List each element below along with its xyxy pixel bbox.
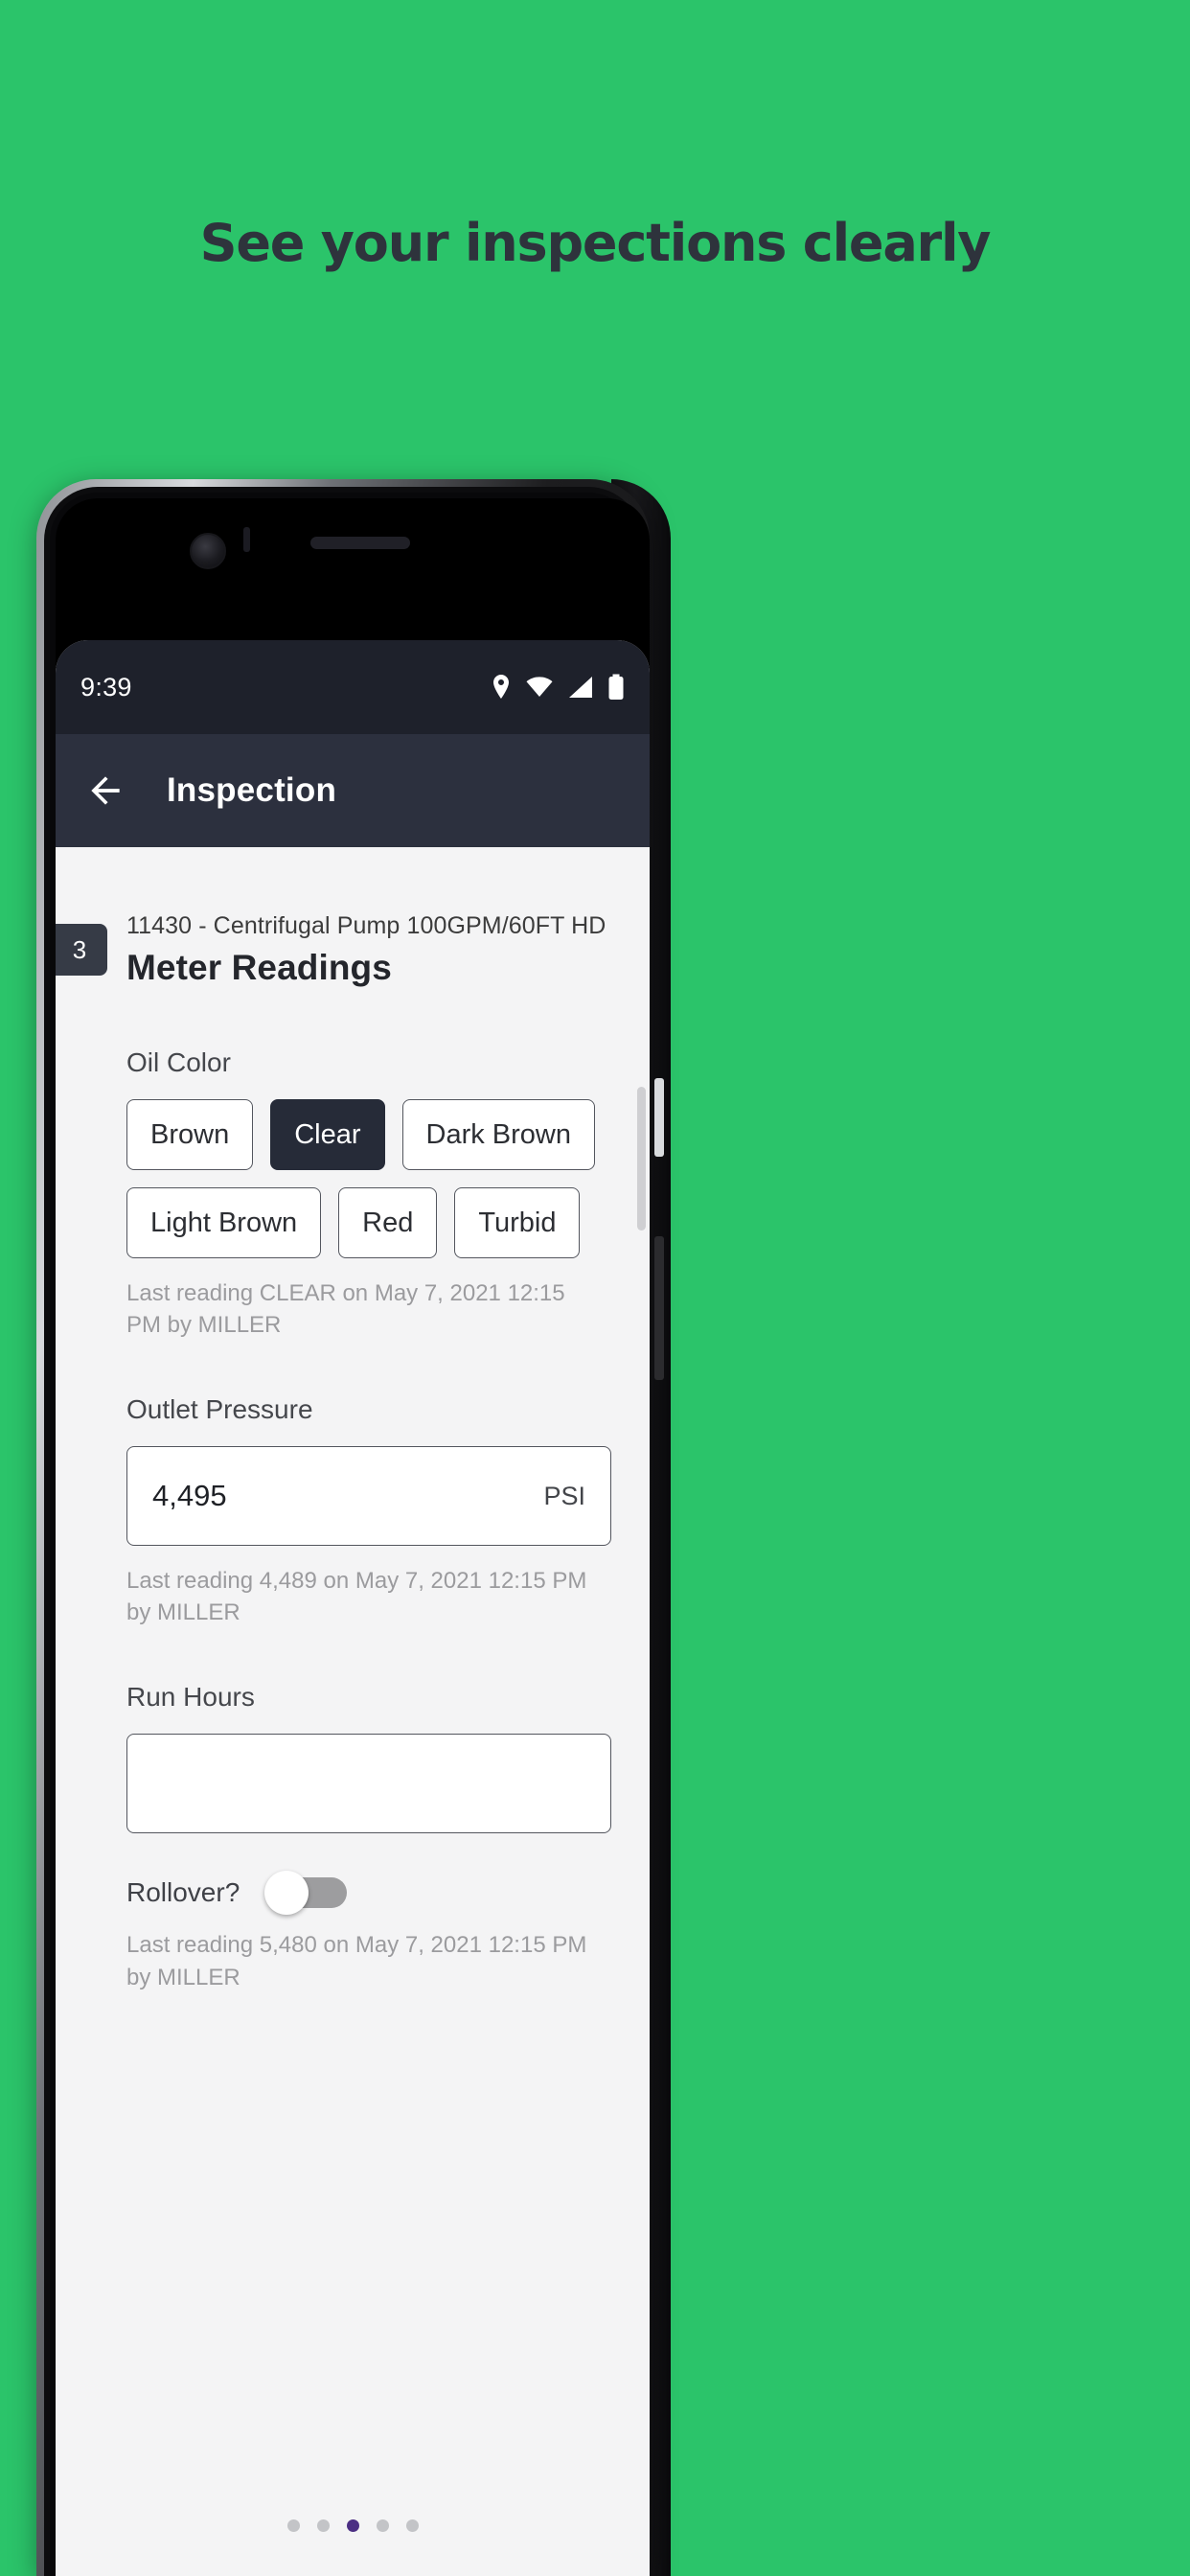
page-dot-4[interactable]: [376, 2519, 389, 2532]
wifi-icon: [526, 677, 553, 697]
toggle-label-rollover: Rollover?: [126, 1877, 240, 1908]
chip-option-red[interactable]: Red: [338, 1187, 438, 1258]
chip-group-oil-color: Brown Clear Dark Brown Light Brown Red T…: [56, 1078, 650, 1258]
chip-option-light-brown[interactable]: Light Brown: [126, 1187, 322, 1258]
rollover-toggle-row: Rollover?: [56, 1833, 650, 1916]
inspection-form: 3 11430 - Centrifugal Pump 100GPM/60FT H…: [56, 847, 650, 2576]
vertical-scrollbar[interactable]: [637, 1087, 646, 1230]
toggle-thumb[interactable]: [264, 1871, 309, 1916]
promo-headline: See your inspections clearly: [199, 213, 992, 273]
input-outlet-pressure-unit: PSI: [543, 1481, 585, 1510]
helper-text-outlet-pressure: Last reading 4,489 on May 7, 2021 12:15 …: [126, 1568, 587, 1626]
page-dot-1[interactable]: [286, 2519, 300, 2532]
input-outlet-pressure-value[interactable]: 4,495: [152, 1479, 543, 1513]
helper-text-run-hours: Last reading 5,480 on May 7, 2021 12:15 …: [126, 1932, 587, 1990]
cellular-signal-icon: [569, 677, 592, 698]
status-bar-icons: [491, 640, 625, 734]
input-run-hours[interactable]: [126, 1734, 611, 1834]
battery-icon: [608, 674, 624, 700]
field-label-run-hours: Run Hours: [126, 1682, 255, 1713]
proximity-sensor-icon: [243, 527, 250, 552]
page-dot-5[interactable]: [405, 2519, 419, 2532]
chip-option-brown[interactable]: Brown: [126, 1099, 254, 1170]
page-title: Inspection: [167, 771, 337, 809]
chip-option-clear[interactable]: Clear: [270, 1099, 385, 1170]
app-bar: Inspection: [56, 734, 650, 847]
field-label-outlet-pressure: Outlet Pressure: [126, 1394, 313, 1425]
step-number-badge: 3: [56, 924, 107, 976]
location-icon: [493, 675, 509, 699]
volume-button[interactable]: [654, 1236, 664, 1380]
field-label-oil-color: Oil Color: [126, 1047, 231, 1077]
power-button[interactable]: [654, 1078, 664, 1157]
helper-text-oil-color: Last reading CLEAR on May 7, 2021 12:15 …: [126, 1280, 565, 1339]
phone-screen: 9:39 Inspection 3 11430 - Centrifugal Pu…: [56, 640, 650, 2576]
status-bar: 9:39: [56, 640, 650, 734]
page-dot-2[interactable]: [316, 2519, 330, 2532]
phone-device-mockup: 9:39 Inspection 3 11430 - Centrifugal Pu…: [36, 479, 1138, 2576]
toggle-rollover[interactable]: [264, 1871, 348, 1916]
status-bar-clock: 9:39: [80, 672, 132, 702]
earpiece-speaker: [310, 537, 410, 549]
page-dot-3[interactable]: [346, 2519, 359, 2532]
asset-subtitle: 11430 - Centrifugal Pump 100GPM/60FT HD: [126, 912, 606, 939]
chip-option-dark-brown[interactable]: Dark Brown: [401, 1099, 596, 1170]
chip-option-turbid[interactable]: Turbid: [454, 1187, 581, 1258]
page-indicator: [56, 2519, 650, 2532]
front-camera-icon: [190, 533, 226, 569]
input-outlet-pressure[interactable]: 4,495 PSI: [126, 1446, 611, 1547]
back-arrow-icon[interactable]: [84, 770, 126, 812]
section-title: Meter Readings: [126, 948, 392, 987]
